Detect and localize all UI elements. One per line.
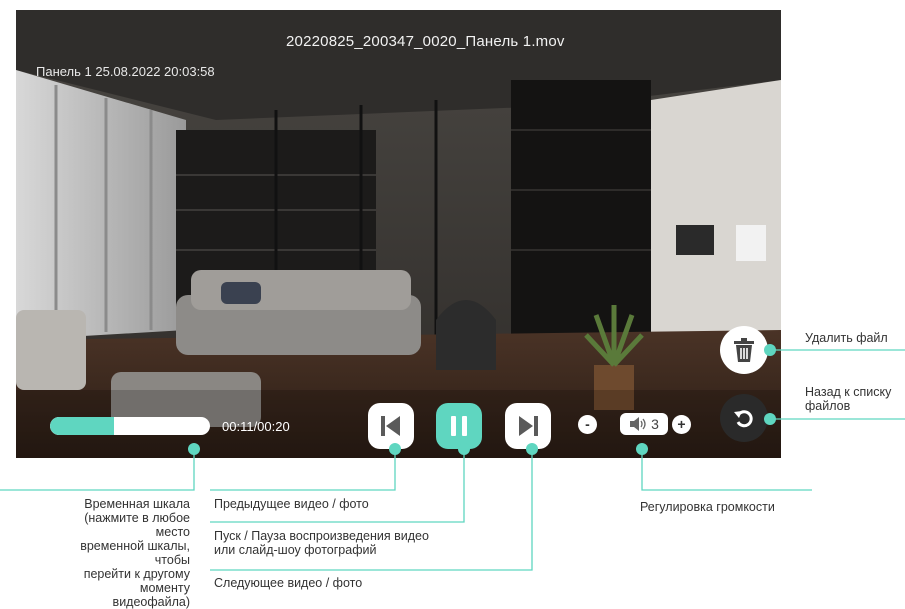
callout-dot-prev: [389, 443, 401, 455]
callout-back-line1: Назад к списку: [805, 385, 892, 399]
callout-delete: Удалить файл: [805, 331, 888, 345]
callout-dot-next: [526, 443, 538, 455]
callout-pause: Пуск / Пауза воспроизведения видео или с…: [214, 529, 429, 557]
callout-prev: Предыдущее видео / фото: [214, 497, 369, 511]
callout-dot-volume: [636, 443, 648, 455]
callout-timeline: Временная шкала (нажмите в любое место в…: [60, 497, 190, 609]
callout-timeline-line: временной шкалы, чтобы: [80, 539, 190, 567]
callout-timeline-line: Временная шкала: [84, 497, 190, 511]
callout-timeline-line: (нажмите в любое место: [84, 511, 190, 539]
callout-dot-timeline: [188, 443, 200, 455]
callout-back-line2: файлов: [805, 399, 851, 413]
callout-dot-pause: [458, 443, 470, 455]
callout-pause-line1: Пуск / Пауза воспроизведения видео: [214, 529, 429, 543]
callout-next: Следующее видео / фото: [214, 576, 363, 590]
callout-timeline-line: видеофайла): [112, 595, 190, 609]
callout-dot-delete: [764, 344, 776, 356]
callout-pause-line2: или слайд-шоу фотографий: [214, 543, 377, 557]
callout-back: Назад к списку файлов: [805, 385, 891, 413]
callout-volume: Регулировка громкости: [640, 500, 775, 514]
callout-dot-back: [764, 413, 776, 425]
